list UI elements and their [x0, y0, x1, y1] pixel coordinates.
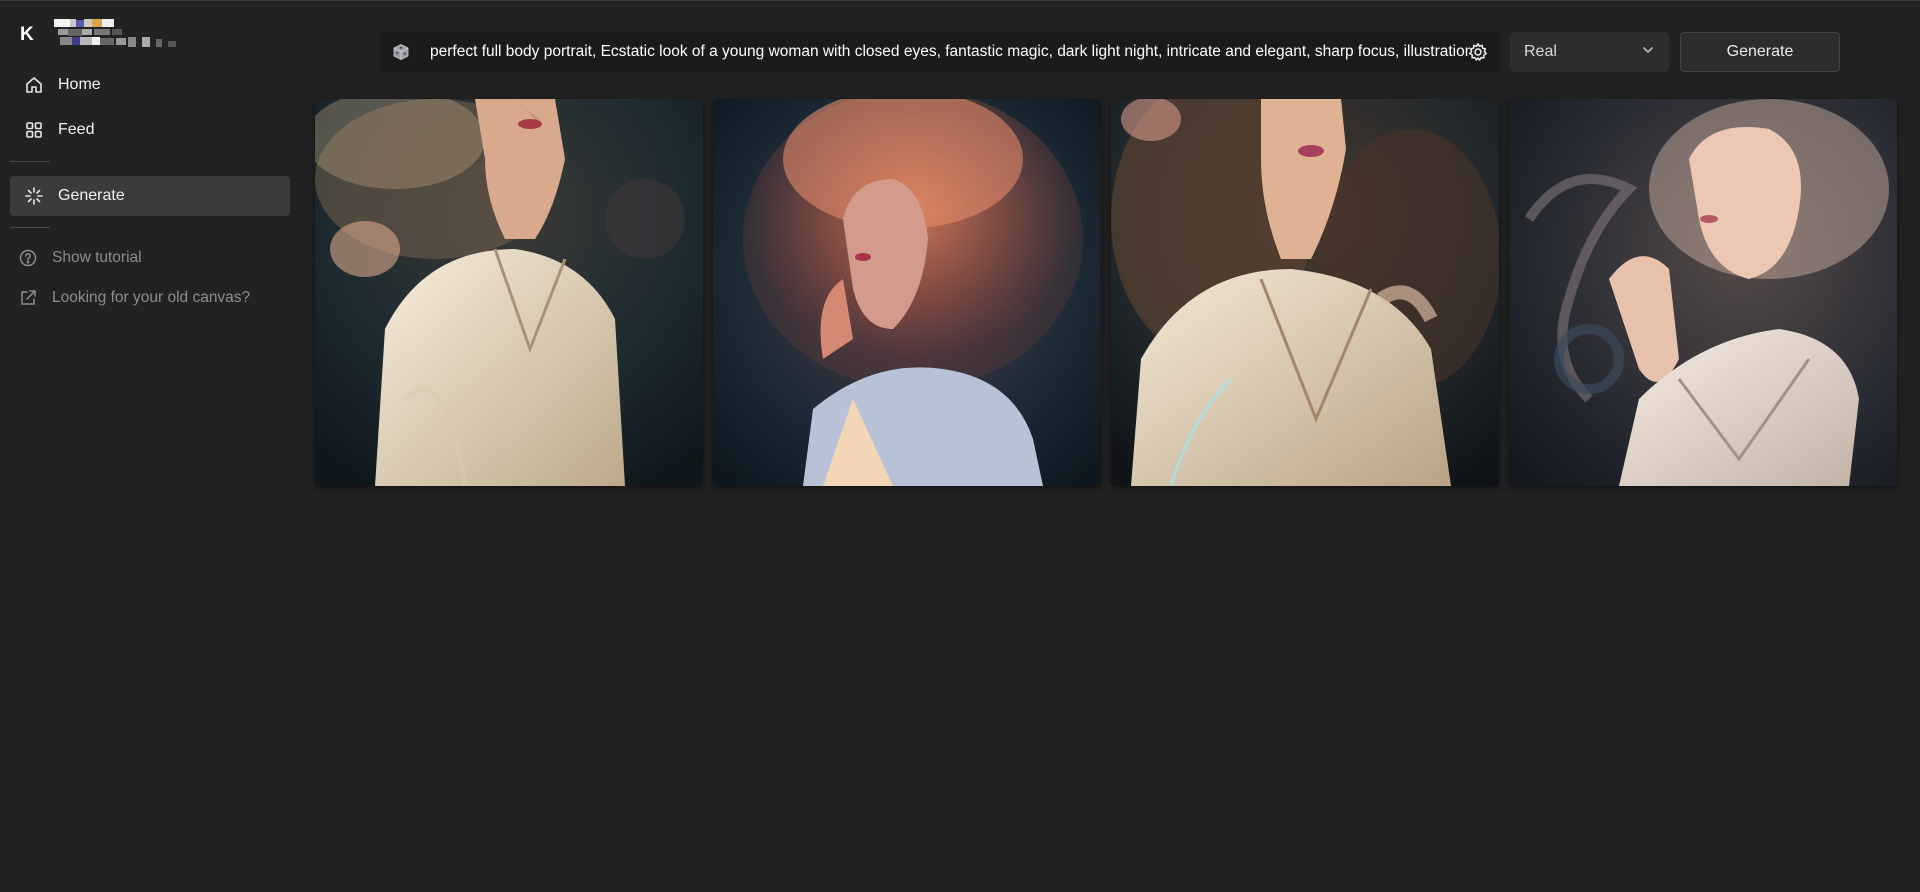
style-select[interactable]: Real: [1510, 32, 1669, 72]
style-select-value: Real: [1524, 43, 1557, 60]
sidebar-divider: [10, 227, 50, 228]
nav-generate-label: Generate: [58, 187, 125, 204]
settings-icon[interactable]: [1468, 42, 1488, 62]
portrait-image: [1111, 99, 1499, 486]
prompt-bar[interactable]: perfect full body portrait, Ecstatic loo…: [380, 32, 1500, 72]
portrait-image: [1509, 99, 1897, 486]
generated-image-4[interactable]: [1509, 99, 1897, 486]
generated-image-3[interactable]: [1111, 99, 1499, 486]
pixelated-username: [52, 17, 212, 53]
show-tutorial-link[interactable]: Show tutorial: [4, 238, 284, 278]
nav-generate[interactable]: Generate: [10, 176, 290, 216]
generated-image-1[interactable]: [315, 99, 703, 486]
generated-image-2[interactable]: [713, 99, 1101, 486]
show-tutorial-label: Show tutorial: [52, 249, 142, 266]
generate-icon: [22, 184, 46, 208]
prompt-input[interactable]: perfect full body portrait, Ecstatic loo…: [430, 43, 1470, 61]
sidebar-divider: [10, 161, 50, 162]
sidebar: K Home Feed Generate Show tutorial Looki…: [0, 1, 300, 892]
nav-feed[interactable]: Feed: [10, 110, 290, 150]
image-gallery: [315, 99, 1897, 486]
nav-home-label: Home: [58, 76, 101, 93]
chevron-down-icon: [1641, 43, 1655, 62]
nav-home[interactable]: Home: [10, 65, 290, 105]
external-link-icon: [16, 286, 40, 310]
portrait-image: [315, 99, 703, 486]
generate-button[interactable]: Generate: [1680, 32, 1840, 72]
workspace-initial: K: [20, 24, 34, 45]
feed-icon: [22, 118, 46, 142]
old-canvas-label: Looking for your old canvas?: [52, 289, 251, 306]
old-canvas-link[interactable]: Looking for your old canvas?: [4, 278, 284, 318]
home-icon: [22, 73, 46, 97]
nav-feed-label: Feed: [58, 121, 95, 138]
portrait-image: [713, 99, 1101, 486]
workspace-brand[interactable]: K: [20, 15, 212, 55]
dice-icon[interactable]: [392, 43, 410, 61]
help-icon: [16, 246, 40, 270]
